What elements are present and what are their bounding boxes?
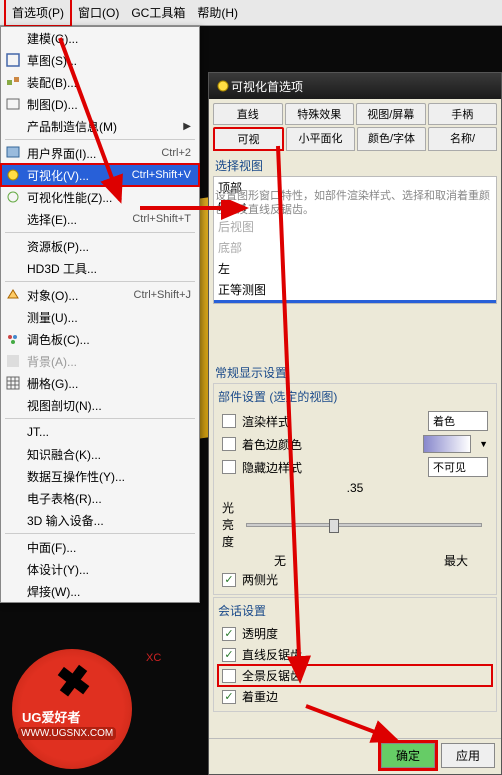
brightness-slider[interactable]: [246, 523, 482, 527]
palette-icon: [5, 331, 21, 347]
view-item[interactable]: 左: [214, 258, 496, 279]
hidden-edge-combo[interactable]: 不可见: [428, 457, 488, 477]
menu-item-object[interactable]: 对象(O)...Ctrl+Shift+J: [1, 284, 199, 306]
assembly-icon: [5, 74, 21, 90]
part-settings-label: 部件设置 (选定的视图): [218, 388, 492, 405]
menu-window[interactable]: 窗口(O): [72, 0, 125, 25]
grid-icon: [5, 375, 21, 391]
watermark-logo: ✖ UG爱好者 WWW.UGSNX.COM: [12, 649, 152, 769]
menu-item-colorpal[interactable]: 调色板(C)...: [1, 328, 199, 350]
view-item[interactable]: 后视图: [214, 216, 496, 237]
tab-flatten[interactable]: 小平面化: [286, 127, 355, 151]
visualization-icon: [5, 167, 21, 183]
show-axis-checkbox[interactable]: [222, 690, 236, 704]
line-aa-checkbox[interactable]: [222, 648, 236, 662]
menu-item-background: 背景(A)...: [1, 350, 199, 372]
ok-button[interactable]: 确定: [381, 743, 435, 768]
menu-item-spreadsheet[interactable]: 电子表格(R)...: [1, 487, 199, 509]
view-item[interactable]: 正等测图: [214, 279, 496, 300]
transparency-checkbox[interactable]: [222, 627, 236, 641]
menu-item-ui[interactable]: 用户界面(I)...Ctrl+2: [1, 142, 199, 164]
object-icon: [5, 287, 21, 303]
menu-item-drafting[interactable]: 制图(D)...: [1, 93, 199, 115]
menu-item-jt[interactable]: JT...: [1, 421, 199, 443]
menu-item-viz-perf[interactable]: 可视化性能(Z)...: [1, 186, 199, 208]
select-view-label: 选择视图: [215, 157, 497, 174]
menu-item-measure[interactable]: 测量(U)...: [1, 306, 199, 328]
drafting-icon: [5, 96, 21, 112]
shade-edge-color[interactable]: [423, 435, 471, 453]
menu-item-weld[interactable]: 焊接(W)...: [1, 580, 199, 602]
menu-help[interactable]: 帮助(H): [191, 0, 244, 25]
menu-item-assembly[interactable]: 装配(B)...: [1, 71, 199, 93]
menu-item-section[interactable]: 视图剖切(N)...: [1, 394, 199, 416]
view-item[interactable]: 底部: [214, 237, 496, 258]
dialog-title-text: 可视化首选项: [231, 78, 303, 95]
show-axis-label: 着重边: [242, 688, 488, 705]
menu-item-hd3d[interactable]: HD3D 工具...: [1, 257, 199, 279]
apply-button[interactable]: 应用: [441, 743, 495, 768]
transparency-label: 透明度: [242, 625, 488, 642]
tab-fx[interactable]: 特殊效果: [285, 103, 355, 125]
logo-text: UG爱好者: [22, 707, 81, 726]
menu-gc-toolbox[interactable]: GC工具箱: [125, 0, 191, 25]
menu-item-palette[interactable]: 资源板(P)...: [1, 235, 199, 257]
tab-screen[interactable]: 视图/屏幕: [356, 103, 426, 125]
render-style-label: 渲染样式: [242, 413, 422, 430]
two-sided-label: 两侧光: [242, 571, 488, 588]
brightness-label: 光亮度: [222, 499, 234, 550]
line-aa-label: 直线反锯齿: [242, 646, 488, 663]
menu-item-visualization[interactable]: 可视化(V)...Ctrl+Shift+V: [1, 164, 199, 186]
slider-min: 无: [274, 552, 286, 569]
menu-item-modeling[interactable]: 建模(G)...: [1, 27, 199, 49]
render-style-checkbox[interactable]: [222, 414, 236, 428]
tab-line[interactable]: 直线: [213, 103, 283, 125]
menu-item-interop[interactable]: 数据互操作性(Y)...: [1, 465, 199, 487]
ui-icon: [5, 145, 21, 161]
menu-item-knowledge[interactable]: 知识融合(K)...: [1, 443, 199, 465]
hidden-edge-label: 隐藏边样式: [242, 459, 422, 476]
full-aa-label: 全景反锯齿: [242, 667, 488, 684]
chevron-down-icon: ▼: [479, 439, 488, 449]
tab-colorfont[interactable]: 颜色/字体: [357, 127, 426, 151]
dialog-icon: [215, 78, 231, 94]
menu-item-bodydesign[interactable]: 体设计(Y)...: [1, 558, 199, 580]
perf-icon: [5, 189, 21, 205]
menu-item-pmi[interactable]: 产品制造信息(M)▶: [1, 115, 199, 137]
help-description: 设置图形窗口特性，如部件渲染样式、选择和取消着重颜色以及直线反锯齿。: [215, 189, 491, 218]
logo-x-icon: ✖: [53, 655, 95, 708]
menubar: 首选项(P) 窗口(O) GC工具箱 帮助(H): [0, 0, 502, 26]
tab-name[interactable]: 名称/: [428, 127, 497, 151]
logo-url: WWW.UGSNX.COM: [18, 727, 116, 740]
menu-item-selection[interactable]: 选择(E)...Ctrl+Shift+T: [1, 208, 199, 230]
menu-item-midsurface[interactable]: 中面(F)...: [1, 536, 199, 558]
menu-item-grid[interactable]: 栅格(G)...: [1, 372, 199, 394]
hidden-edge-checkbox[interactable]: [222, 460, 236, 474]
dialog-titlebar: 可视化首选项: [209, 73, 501, 99]
tab-handle[interactable]: 手柄: [428, 103, 498, 125]
menu-item-3dinput[interactable]: 3D 输入设备...: [1, 509, 199, 531]
preferences-dropdown: 建模(G)... 草图(S)... 装配(B)... 制图(D)... 产品制造…: [0, 26, 200, 603]
render-style-combo[interactable]: 着色: [428, 411, 488, 431]
brightness-value: .35: [347, 481, 364, 495]
visualization-preferences-dialog: 可视化首选项 直线 特殊效果 视图/屏幕 手柄 可视 小平面化 颜色/字体 名称…: [208, 72, 502, 775]
menu-preferences[interactable]: 首选项(P): [4, 0, 72, 27]
general-settings-label: 常规显示设置: [215, 364, 497, 381]
slider-max: 最大: [444, 552, 468, 569]
session-settings-label: 会话设置: [218, 602, 492, 619]
tab-visual[interactable]: 可视: [213, 127, 284, 151]
menu-item-sketch[interactable]: 草图(S)...: [1, 49, 199, 71]
chevron-right-icon: ▶: [183, 121, 191, 132]
two-sided-checkbox[interactable]: [222, 573, 236, 587]
shade-edge-label: 着色边颜色: [242, 436, 417, 453]
background-icon: [5, 353, 21, 369]
full-aa-checkbox[interactable]: [222, 669, 236, 683]
sketch-icon: [5, 52, 21, 68]
shade-edge-checkbox[interactable]: [222, 437, 236, 451]
